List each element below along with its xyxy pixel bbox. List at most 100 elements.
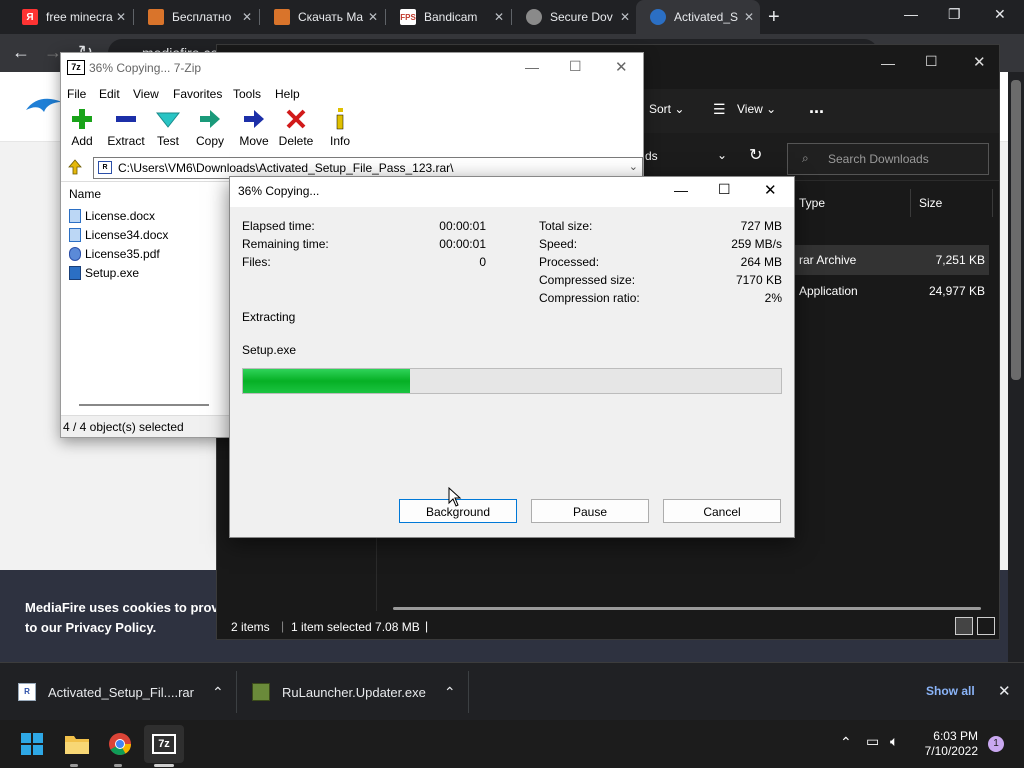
- more-options-button[interactable]: ...: [809, 97, 824, 118]
- file-row[interactable]: Application 24,977 KB: [793, 276, 989, 306]
- word-document-icon: [69, 209, 81, 223]
- close-window-icon[interactable]: ✕: [994, 6, 1006, 23]
- menu-favorites[interactable]: Favorites: [173, 87, 222, 101]
- close-icon[interactable]: ✕: [998, 682, 1011, 700]
- menu-file[interactable]: File: [67, 87, 86, 101]
- status-text: 4 / 4 object(s) selected: [63, 420, 184, 434]
- file-type: rar Archive: [799, 253, 857, 267]
- list-item[interactable]: Setup.exe: [69, 264, 139, 282]
- search-input[interactable]: ⌕ Search Downloads: [787, 143, 989, 175]
- close-icon[interactable]: ✕: [116, 10, 126, 24]
- mediafire-logo-icon[interactable]: [24, 94, 64, 120]
- volume-icon[interactable]: 🔈︎: [890, 733, 898, 750]
- move-button[interactable]: Move: [231, 107, 277, 153]
- close-icon[interactable]: ✕: [973, 53, 986, 71]
- close-icon[interactable]: ✕: [368, 10, 378, 24]
- tab-besplatno[interactable]: Бесплатно ✕: [134, 0, 258, 34]
- system-clock[interactable]: 6:03 PM 7/10/2022: [920, 729, 978, 759]
- chevron-down-icon[interactable]: ⌄: [629, 160, 638, 173]
- add-button[interactable]: Add: [59, 107, 105, 153]
- move-arrow-icon: [244, 110, 264, 128]
- menu-edit[interactable]: Edit: [99, 87, 120, 101]
- minimize-icon[interactable]: —: [881, 55, 895, 71]
- tab-activated[interactable]: Activated_S ✕: [636, 0, 760, 34]
- column-header-type[interactable]: Type: [793, 189, 911, 217]
- file-row[interactable]: rar Archive 7,251 KB: [793, 245, 989, 275]
- delete-button[interactable]: Delete: [273, 107, 319, 153]
- globe-icon: [526, 9, 542, 25]
- notification-badge[interactable]: 1: [988, 736, 1004, 752]
- close-icon[interactable]: ✕: [744, 10, 754, 24]
- tab-secure-download[interactable]: Secure Dov ✕: [512, 0, 636, 34]
- new-tab-button[interactable]: +: [768, 6, 780, 29]
- column-header-size[interactable]: Size: [913, 189, 993, 217]
- minimize-icon[interactable]: —: [525, 59, 539, 75]
- start-icon[interactable]: [16, 728, 48, 760]
- sort-button[interactable]: Sort ⌄: [649, 102, 684, 116]
- test-button[interactable]: Test: [145, 107, 191, 153]
- minimize-icon[interactable]: —: [904, 6, 918, 22]
- chevron-up-icon[interactable]: ⌃: [840, 734, 852, 751]
- network-icon[interactable]: ▭: [866, 733, 879, 750]
- chevron-up-icon[interactable]: ⌃: [444, 684, 456, 701]
- up-folder-icon[interactable]: [67, 159, 83, 175]
- chevron-down-icon[interactable]: ⌄: [717, 148, 727, 162]
- chrome-icon[interactable]: [104, 728, 136, 760]
- download-item[interactable]: R Activated_Setup_Fil....rar ⌃: [18, 663, 224, 721]
- 7zip-title-bar: 7z 36% Copying... 7-Zip — ☐ ✕: [61, 53, 643, 83]
- explorer-status-bar: 2 items | 1 item selected 7.08 MB |: [217, 615, 999, 639]
- 7zip-icon[interactable]: 7z: [144, 725, 184, 763]
- file-explorer-icon[interactable]: [61, 728, 93, 760]
- list-item[interactable]: License.docx: [69, 207, 155, 225]
- page-scrollbar[interactable]: [1008, 72, 1024, 662]
- progress-bar: [242, 368, 782, 394]
- menu-tools[interactable]: Tools: [233, 87, 261, 101]
- processed-value: 264 MB: [740, 255, 782, 269]
- maximize-icon[interactable]: ☐: [925, 53, 938, 70]
- info-label: Info: [329, 134, 350, 148]
- tiles-view-icon[interactable]: [977, 617, 995, 635]
- download-item[interactable]: RuLauncher.Updater.exe ⌃: [252, 663, 456, 721]
- cancel-button[interactable]: Cancel: [663, 499, 781, 523]
- show-all-button[interactable]: Show all: [926, 684, 975, 698]
- menu-view[interactable]: View: [133, 87, 159, 101]
- tab-skachat[interactable]: Скачать Ma ✕: [260, 0, 384, 34]
- horizontal-scrollbar[interactable]: [79, 404, 209, 406]
- pause-button[interactable]: Pause: [531, 499, 649, 523]
- privacy-policy-link[interactable]: Privacy Policy: [65, 620, 152, 635]
- close-icon[interactable]: ✕: [764, 181, 777, 199]
- info-button[interactable]: Info: [317, 107, 363, 153]
- scrollbar-thumb[interactable]: [1011, 80, 1021, 380]
- column-header-name[interactable]: Name: [69, 187, 101, 201]
- view-button[interactable]: View ⌄: [737, 102, 776, 116]
- close-icon[interactable]: ✕: [615, 58, 628, 76]
- download-filename: RuLauncher.Updater.exe: [282, 684, 426, 700]
- minimize-icon[interactable]: —: [674, 182, 688, 198]
- restore-icon[interactable]: ❐: [948, 6, 961, 23]
- search-icon: ⌕: [802, 151, 809, 165]
- cube-icon: [148, 9, 164, 25]
- close-icon[interactable]: ✕: [494, 10, 504, 24]
- tab-bandicam[interactable]: FPS Bandicam ✕: [386, 0, 510, 34]
- 7zip-logo: 7z: [152, 734, 176, 754]
- tab-free-minecraft[interactable]: Я free minecra ✕: [8, 0, 132, 34]
- copy-button[interactable]: Copy: [187, 107, 233, 153]
- list-item[interactable]: License34.docx: [69, 226, 168, 244]
- cookie-text-prefix: to our: [25, 620, 66, 635]
- extract-button[interactable]: Extract: [103, 107, 149, 153]
- menu-help[interactable]: Help: [275, 87, 300, 101]
- back-icon[interactable]: ←: [12, 42, 30, 63]
- close-icon[interactable]: ✕: [242, 10, 252, 24]
- horizontal-scrollbar[interactable]: [393, 607, 981, 610]
- chevron-up-icon[interactable]: ⌃: [212, 684, 224, 701]
- refresh-icon[interactable]: ↻: [749, 145, 762, 165]
- tab-label: free minecra: [46, 10, 113, 24]
- maximize-icon[interactable]: ☐: [569, 58, 582, 75]
- minecraft-block-icon: [252, 683, 270, 701]
- list-item[interactable]: License35.pdf: [69, 245, 160, 263]
- close-icon[interactable]: ✕: [620, 10, 630, 24]
- maximize-icon[interactable]: ☐: [718, 181, 731, 198]
- address-tail: ds: [645, 149, 658, 163]
- details-view-icon[interactable]: [955, 617, 973, 635]
- progress-dialog: 36% Copying... — ☐ ✕ Elapsed time: 00:00…: [229, 176, 795, 538]
